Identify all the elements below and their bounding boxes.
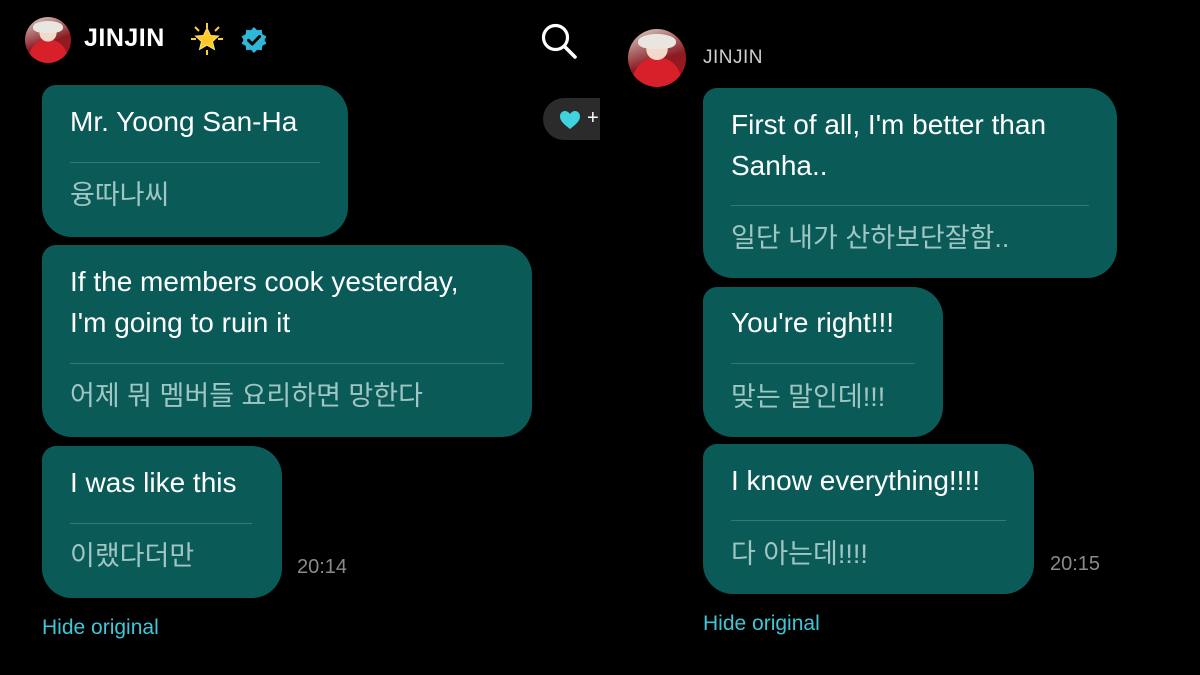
timestamp: 20:14: [297, 556, 348, 578]
message-bubble[interactable]: First of all, I'm better than Sanha.. 일단…: [703, 88, 1117, 278]
message-text: Sanha..: [731, 150, 828, 181]
timestamp: 20:15: [1050, 553, 1101, 575]
message-bubble[interactable]: I know everything!!!! 다 아는데!!!!: [703, 444, 1034, 594]
divider: [731, 520, 1006, 521]
original-text: 어제 뭐 멤버들 요리하면 망한다: [70, 381, 423, 411]
message-text: First of all, I'm better than: [731, 109, 1047, 140]
artist-name[interactable]: JINJIN: [84, 24, 165, 53]
divider: [731, 363, 915, 364]
divider: [731, 205, 1089, 206]
message-bubble[interactable]: I was like this 이랬다더만: [42, 446, 282, 598]
divider: [70, 523, 252, 524]
message-bubble[interactable]: You're right!!! 맞는 말인데!!!: [703, 287, 943, 437]
original-text: 융따나씨: [70, 180, 170, 210]
divider: [70, 363, 504, 364]
message-text: I know everything!!!!: [731, 465, 981, 496]
message-text: If the members cook yesterday,: [70, 266, 459, 297]
star-icon: [191, 23, 223, 55]
avatar[interactable]: [25, 17, 71, 63]
original-text: 맞는 말인데!!!: [731, 382, 886, 412]
hide-original-link[interactable]: Hide original: [703, 612, 820, 636]
verified-badge-icon: [241, 27, 267, 53]
hide-original-link[interactable]: Hide original: [42, 616, 159, 640]
message-text: I was like this: [70, 467, 237, 498]
heart-icon: [560, 111, 580, 129]
original-text: 이랬다더만: [70, 541, 195, 571]
message-text: Mr. Yoong San-Ha: [70, 106, 298, 137]
message-bubble[interactable]: Mr. Yoong San-Ha 융따나씨: [42, 85, 348, 237]
original-text: 일단 내가 산하보단잘함..: [731, 223, 1010, 253]
message-text: You're right!!!: [731, 307, 895, 338]
message-text: I'm going to ruin it: [70, 307, 291, 338]
search-icon[interactable]: [539, 21, 579, 61]
artist-name[interactable]: JINJIN: [703, 47, 763, 69]
original-text: 다 아는데!!!!: [731, 539, 868, 569]
add-reaction-label: +: [587, 107, 599, 129]
message-bubble[interactable]: If the members cook yesterday, I'm going…: [42, 245, 532, 437]
divider: [70, 162, 320, 163]
avatar[interactable]: [628, 29, 686, 87]
